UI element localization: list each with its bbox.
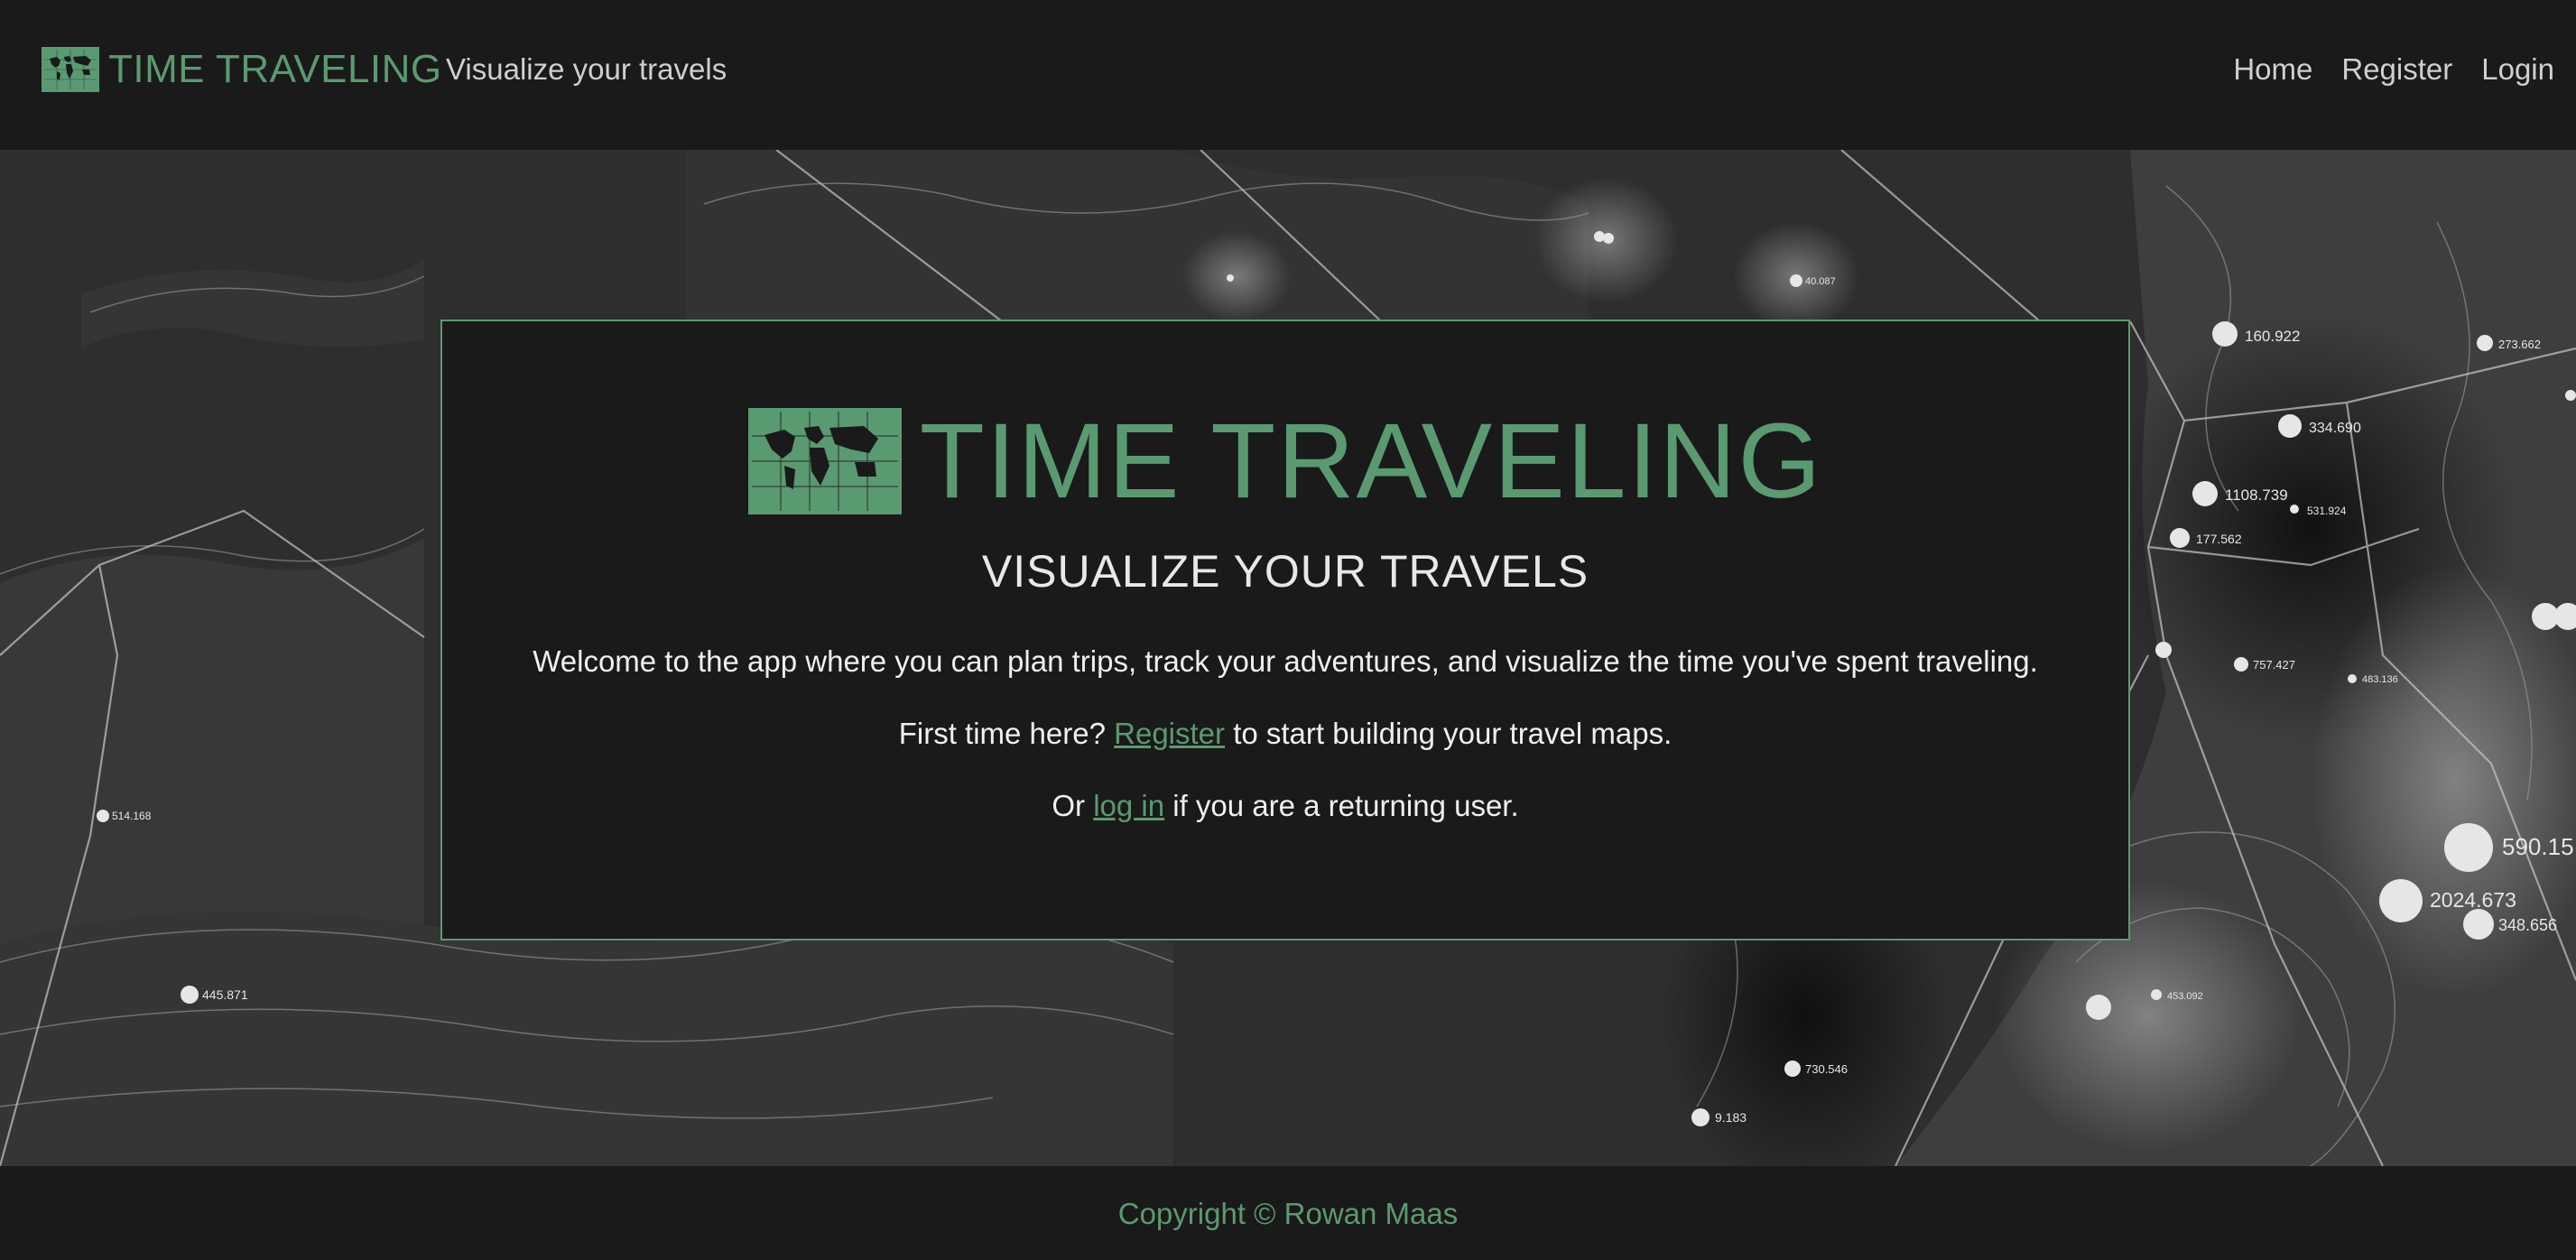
login-prompt-suffix: if you are a returning user. (1164, 789, 1519, 822)
map-label: 483.136 (2362, 674, 2398, 685)
navbar: TIME TRAVELING Visualize your travels Ho… (0, 0, 2576, 150)
map-label: 453.092 (2167, 991, 2203, 1002)
nav-register-link[interactable]: Register (2341, 52, 2452, 87)
hero-title: TIME TRAVELING (919, 402, 1823, 521)
map-label: 445.871 (202, 987, 248, 1002)
register-prompt-prefix: First time here? (898, 717, 1115, 750)
map-label: 531.924 (2307, 505, 2347, 517)
register-prompt-suffix: to start building your travel maps. (1225, 717, 1673, 750)
map-label: 177.562 (2196, 532, 2242, 546)
register-link[interactable]: Register (1114, 717, 1225, 750)
map-label: 514.168 (112, 810, 152, 822)
map-label: 273.662 (2498, 338, 2541, 351)
login-prompt-prefix: Or (1052, 789, 1094, 822)
map-label: 2024.673 (2430, 888, 2516, 912)
footer: Copyright © Rowan Maas (0, 1166, 2576, 1260)
map-label: 9.183 (1715, 1110, 1747, 1125)
nav-login-link[interactable]: Login (2481, 52, 2554, 87)
nav-home-link[interactable]: Home (2233, 52, 2312, 87)
map-label: 757.427 (2253, 658, 2295, 672)
map-label: 730.546 (1805, 1062, 1848, 1076)
world-map-icon (42, 47, 99, 92)
welcome-card: TIME TRAVELING VISUALIZE YOUR TRAVELS We… (440, 320, 2130, 940)
login-prompt: Or log in if you are a returning user. (442, 789, 2128, 823)
brand-link[interactable]: TIME TRAVELING (42, 47, 442, 92)
map-label: 160.922 (2245, 328, 2300, 345)
map-label: 348.656 (2498, 916, 2557, 934)
hero-map-background: 160.922 273.662 334.690 1108.739 531.924… (0, 150, 2576, 1166)
hero-subtitle: VISUALIZE YOUR TRAVELS (981, 546, 1589, 597)
map-label: 334.690 (2309, 421, 2361, 436)
login-link[interactable]: log in (1093, 789, 1164, 822)
register-prompt: First time here? Register to start build… (442, 717, 2128, 751)
welcome-text: Welcome to the app where you can plan tr… (533, 644, 2038, 678)
map-label: 40.087 (1805, 276, 1836, 287)
card-brand: TIME TRAVELING (442, 408, 2128, 514)
map-label: 1108.739 (2225, 486, 2288, 504)
nav-links: Home Register Login (2204, 52, 2554, 87)
brand-name: TIME TRAVELING (108, 47, 442, 91)
brand-tagline: Visualize your travels (446, 52, 727, 86)
world-map-icon (747, 408, 902, 514)
map-label: 590.15 (2502, 833, 2574, 860)
copyright-text: Copyright © Rowan Maas (1117, 1197, 1459, 1230)
